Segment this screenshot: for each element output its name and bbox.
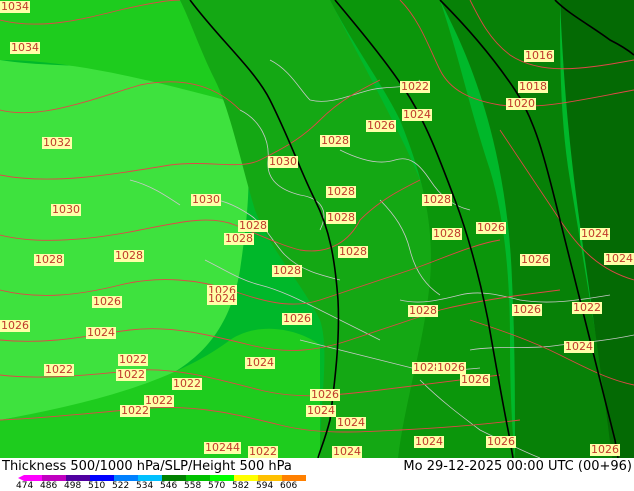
isobar-label: 1022	[44, 363, 74, 376]
isobar-label: 1022	[248, 445, 278, 458]
isobar-label: 1028	[326, 185, 356, 198]
isobar-label: 1026	[0, 319, 30, 332]
isobar-label: 1030	[191, 193, 221, 206]
isobar-label: 1022	[572, 301, 602, 314]
isobar-label: 1024	[564, 340, 594, 353]
isobar-label: 1024	[306, 404, 336, 417]
isobar-label: 1024	[86, 326, 116, 339]
isobar-label: 1028	[326, 211, 356, 224]
isobar-label: 1030	[51, 203, 81, 216]
isobar-label: 1022	[172, 377, 202, 390]
isobar-label: 1026	[520, 253, 550, 266]
isobar-label: 1028	[272, 264, 302, 277]
isobar-label: 1026	[476, 221, 506, 234]
isobar-label: 1026	[512, 303, 542, 316]
isobar-label: 1026	[590, 443, 620, 456]
isobar-label: 1022	[120, 404, 150, 417]
map-title: Thickness 500/1000 hPa/SLP/Height 500 hP…	[2, 459, 292, 474]
isobar-label: 1024	[604, 252, 634, 265]
isobar-label: 1034	[0, 0, 30, 13]
isobar-label: 1020	[506, 97, 536, 110]
isobar-label: 1028	[338, 245, 368, 258]
isobar-label: 1026	[366, 119, 396, 132]
isobar-label: 1026	[460, 373, 490, 386]
isobar-label: 1028	[422, 193, 452, 206]
isobar-label: 1024	[580, 227, 610, 240]
map-footer: Thickness 500/1000 hPa/SLP/Height 500 hP…	[0, 458, 634, 491]
isobar-label: 1016	[524, 49, 554, 62]
isobar-label: 1022	[400, 80, 430, 93]
isobar-label: 1032	[42, 136, 72, 149]
isobar-label: 1018	[518, 80, 548, 93]
isobar-label: 1028	[432, 227, 462, 240]
isobar-label: 1026	[92, 295, 122, 308]
isobar-label: 1024	[336, 416, 366, 429]
isobar-label: 1030	[268, 155, 298, 168]
isobar-label: 1028	[320, 134, 350, 147]
isobar-label: 1022	[118, 353, 148, 366]
isobar-label: 1024	[207, 292, 237, 305]
isobar-label: 1028	[408, 304, 438, 317]
isobar-label: 1024	[245, 356, 275, 369]
isobar-label: 1022	[116, 368, 146, 381]
isobar-label: 1034	[10, 41, 40, 54]
isobar-label: 1024	[402, 108, 432, 121]
isobar-label: 1028	[224, 232, 254, 245]
isobar-label: 1024	[332, 445, 362, 458]
colorbar-ticks: 474 486 498 510 522 534 546 558 570 582 594 606	[16, 482, 336, 491]
weather-map: 1034 1034 1032 1030 1030 1030 1028 1028 1028 1028…	[0, 0, 634, 458]
isobar-label: 1026	[310, 388, 340, 401]
isobar-label: 1024	[414, 435, 444, 448]
isobar-label: 1026	[282, 312, 312, 325]
isobar-label: 1028	[114, 249, 144, 262]
isobar-label: 1026	[486, 435, 516, 448]
isobar-label: 1028	[238, 219, 268, 232]
isobar-label: 10244	[204, 441, 241, 454]
valid-time: Mo 29-12-2025 00:00 UTC (00+96)	[403, 459, 632, 474]
isobar-label: 1028	[34, 253, 64, 266]
